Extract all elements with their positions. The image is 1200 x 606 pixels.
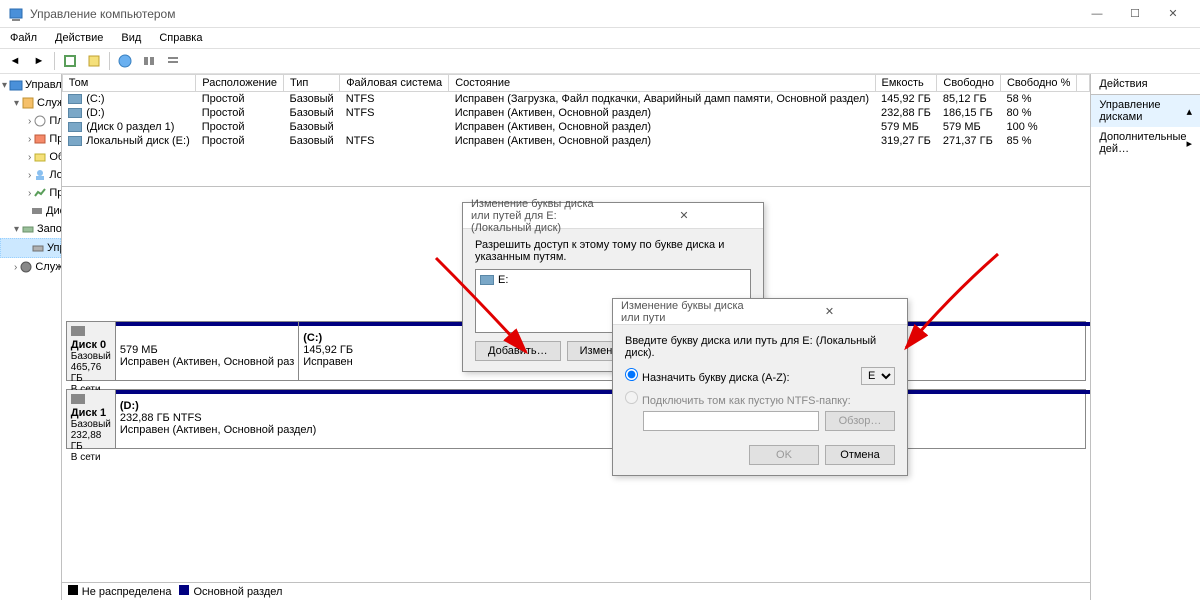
- maximize-button[interactable]: ☐: [1116, 0, 1154, 28]
- tree-event-viewer[interactable]: ›Просмотр событий: [0, 130, 61, 148]
- assign-letter-radio[interactable]: Назначить букву диска (A-Z):: [625, 368, 790, 384]
- drive-letter-select[interactable]: E: [861, 367, 895, 385]
- col-fs[interactable]: Файловая система: [340, 75, 449, 92]
- tree-task-scheduler[interactable]: ›Планировщик заданий: [0, 112, 61, 130]
- col-volume[interactable]: Том: [62, 75, 196, 92]
- tree-performance[interactable]: ›Производительность: [0, 184, 61, 202]
- browse-button: Обзор…: [825, 411, 895, 431]
- view-list-button[interactable]: [162, 50, 184, 72]
- dialog2-title: Изменение буквы диска или пути: [621, 300, 760, 324]
- menubar: Файл Действие Вид Справка: [0, 28, 1200, 48]
- dialog1-text: Разрешить доступ к этому тому по букве д…: [475, 239, 751, 263]
- help-button[interactable]: [114, 50, 136, 72]
- col-type[interactable]: Тип: [284, 75, 340, 92]
- menu-help[interactable]: Справка: [155, 30, 206, 46]
- mount-path-input: [643, 411, 819, 431]
- menu-view[interactable]: Вид: [117, 30, 145, 46]
- forward-button[interactable]: ►: [28, 50, 50, 72]
- menu-file[interactable]: Файл: [6, 30, 41, 46]
- refresh-button[interactable]: [59, 50, 81, 72]
- col-status[interactable]: Состояние: [449, 75, 875, 92]
- cancel-button[interactable]: Отмена: [825, 445, 895, 465]
- titlebar: Управление компьютером ― ☐ ✕: [0, 0, 1200, 28]
- volume-row[interactable]: (D:)ПростойБазовыйNTFSИсправен (Активен,…: [62, 106, 1090, 120]
- assign-letter-dialog: Изменение буквы диска или пути✕ Введите …: [612, 298, 908, 476]
- tree-services[interactable]: ›Службы и приложения: [0, 258, 61, 276]
- add-button[interactable]: Добавить…: [475, 341, 561, 361]
- actions-header: Действия: [1091, 74, 1200, 95]
- window-title: Управление компьютером: [30, 7, 1078, 21]
- chevron-right-icon: ▸: [1186, 137, 1192, 150]
- tree-device-manager[interactable]: Диспетчер устройств: [0, 202, 61, 220]
- toolbar: ◄ ►: [0, 48, 1200, 74]
- dialog1-close-button[interactable]: ✕: [613, 209, 755, 222]
- legend: Не распределена Основной раздел: [62, 582, 1091, 600]
- actions-pane: Действия Управление дисками▴ Дополнитель…: [1091, 74, 1200, 600]
- col-free[interactable]: Свободно: [937, 75, 1001, 92]
- volume-row[interactable]: (Диск 0 раздел 1)ПростойБазовыйИсправен …: [62, 120, 1090, 134]
- view-columns-button[interactable]: [138, 50, 160, 72]
- actions-more[interactable]: Дополнительные дей…▸: [1091, 127, 1200, 159]
- close-button[interactable]: ✕: [1154, 0, 1192, 28]
- tree-storage[interactable]: ▾Запоминающие устройст: [0, 220, 61, 238]
- col-freepct[interactable]: Свободно %: [1000, 75, 1076, 92]
- dialog2-prompt: Введите букву диска или путь для E: (Лок…: [625, 335, 895, 359]
- tree-local-users[interactable]: ›Локальные пользовате: [0, 166, 61, 184]
- actions-disk-mgmt[interactable]: Управление дисками▴: [1091, 95, 1200, 127]
- disk-row[interactable]: Диск 1Базовый232,88 ГБВ сети(D:)232,88 Г…: [66, 389, 1087, 449]
- volume-row[interactable]: (C:)ПростойБазовыйNTFSИсправен (Загрузка…: [62, 92, 1090, 107]
- col-spacer: [1077, 75, 1090, 92]
- app-icon: [8, 6, 24, 22]
- chevron-up-icon: ▴: [1186, 105, 1192, 118]
- properties-button[interactable]: [83, 50, 105, 72]
- menu-action[interactable]: Действие: [51, 30, 107, 46]
- tree-disk-management[interactable]: Управление дисками: [0, 238, 61, 258]
- tree-utilities[interactable]: ▾Служебные программы: [0, 94, 61, 112]
- mount-folder-radio[interactable]: Подключить том как пустую NTFS-папку:: [625, 395, 851, 407]
- dialog1-title: Изменение буквы диска или путей для E: (…: [471, 198, 613, 234]
- ok-button: OK: [749, 445, 819, 465]
- minimize-button[interactable]: ―: [1078, 0, 1116, 28]
- volume-row[interactable]: Локальный диск (E:)ПростойБазовыйNTFSИсп…: [62, 134, 1090, 148]
- tree-root[interactable]: ▾Управление компьютером (л: [0, 76, 61, 94]
- volume-list[interactable]: Том Расположение Тип Файловая система Со…: [62, 74, 1091, 186]
- tree-shared-folders[interactable]: ›Общие папки: [0, 148, 61, 166]
- dialog2-close-button[interactable]: ✕: [760, 305, 899, 318]
- col-capacity[interactable]: Емкость: [875, 75, 937, 92]
- navigation-tree[interactable]: ▾Управление компьютером (л ▾Служебные пр…: [0, 74, 62, 600]
- back-button[interactable]: ◄: [4, 50, 26, 72]
- col-layout[interactable]: Расположение: [196, 75, 284, 92]
